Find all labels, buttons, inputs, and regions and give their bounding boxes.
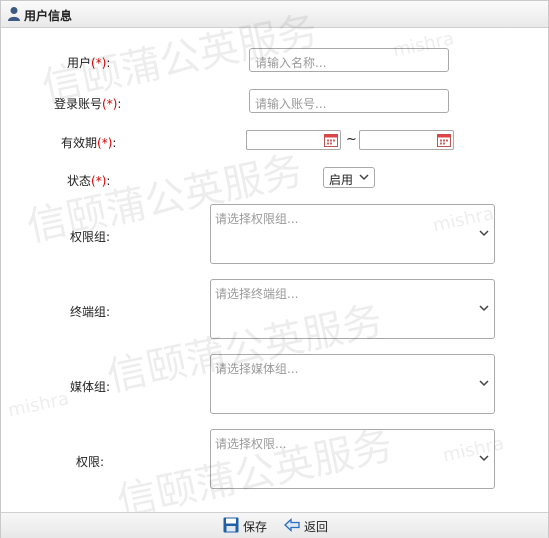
permission-label: 权限: [76,455,105,469]
watermark-tag: mishra [6,388,71,422]
account-placeholder: 请输入账号... [255,97,327,111]
user-icon [8,7,20,21]
username-label: 用户(*): [67,56,111,70]
terminal-group-select[interactable]: 请选择终端组... [210,279,495,339]
date-separator: ~ [346,132,357,147]
validity-label: 有效期(*): [61,136,117,150]
back-arrow-icon [284,518,300,532]
account-input[interactable]: 请输入账号... [249,89,449,113]
permission-group-label: 权限组: [70,230,111,244]
permission-placeholder: 请选择权限... [215,437,287,451]
chevron-down-icon [479,305,489,312]
terminal-group-placeholder: 请选择终端组... [215,287,299,301]
back-button[interactable]: 返回 [284,517,334,534]
chevron-down-icon [359,174,369,181]
username-input[interactable]: 请输入名称... [249,48,449,72]
required-mark: (*) [97,136,113,150]
validity-end-input[interactable] [359,130,454,150]
chevron-down-icon [479,455,489,462]
required-mark: (*) [102,97,118,111]
terminal-group-label: 终端组: [70,305,111,319]
status-select[interactable]: 启用 [323,167,375,188]
status-label: 状态(*): [67,174,111,188]
form-footer: 保存 返回 [1,512,548,538]
status-value: 启用 [329,173,354,187]
floppy-disk-icon [223,517,239,533]
media-group-label: 媒体组: [70,380,111,394]
calendar-icon[interactable] [324,133,338,147]
validity-start-input[interactable] [246,130,341,150]
calendar-icon[interactable] [437,133,451,147]
permission-group-select[interactable]: 请选择权限组... [210,204,495,264]
account-label: 登录账号(*): [54,97,122,111]
back-label: 返回 [304,520,329,534]
panel-header: 用户信息 [1,1,548,28]
media-group-select[interactable]: 请选择媒体组... [210,354,495,414]
chevron-down-icon [479,230,489,237]
save-button[interactable]: 保存 [223,517,273,534]
permission-select[interactable]: 请选择权限... [210,429,495,489]
required-mark: (*) [91,56,107,70]
permission-group-placeholder: 请选择权限组... [215,212,299,226]
media-group-placeholder: 请选择媒体组... [215,362,299,376]
chevron-down-icon [479,380,489,387]
user-info-panel: 用户信息 用户(*): 请输入名称... 登录账号(*): 请输入账号... 有… [0,0,549,538]
panel-title: 用户信息 [24,9,73,23]
username-placeholder: 请输入名称... [255,56,327,70]
save-label: 保存 [243,520,268,534]
required-mark: (*) [91,174,107,188]
